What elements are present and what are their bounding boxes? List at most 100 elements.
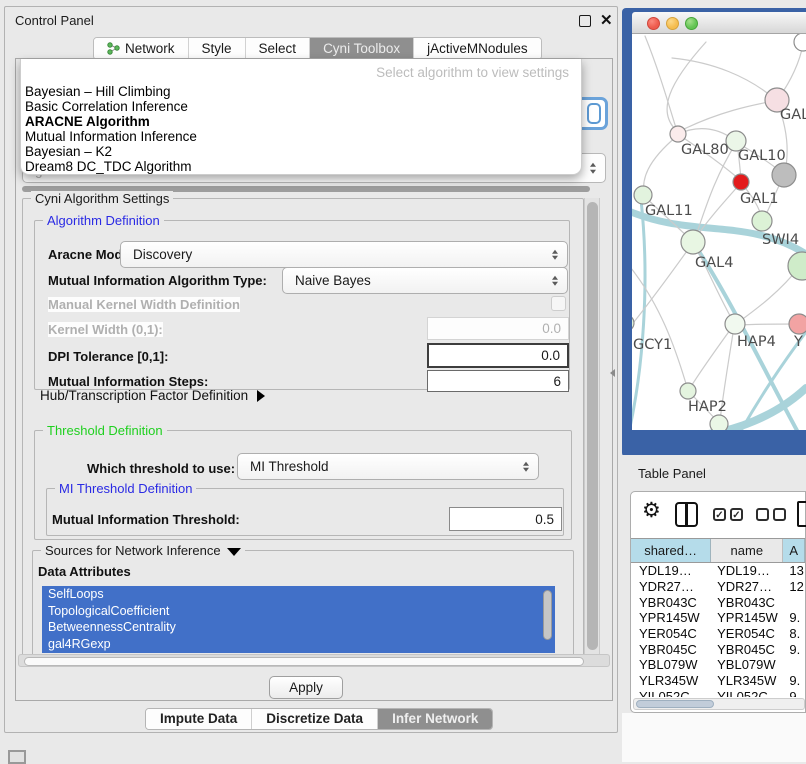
table-row[interactable]: YDR27…YDR27…12 — [631, 579, 805, 595]
document-icon[interactable] — [797, 501, 806, 527]
algorithm-option[interactable]: Dream8 DC_TDC Algorithm — [21, 159, 581, 174]
column-header[interactable]: name — [711, 539, 783, 562]
attribute-list-item[interactable]: TopologicalCoefficient — [42, 603, 555, 620]
table-row[interactable]: YPR145WYPR145W9. — [631, 610, 805, 626]
table-row[interactable]: YLR345WYLR345W9. — [631, 673, 805, 689]
collapse-down-icon[interactable] — [227, 548, 241, 556]
unchecked-checkbox-icon[interactable] — [756, 508, 769, 521]
mi-threshold-field[interactable]: 0.5 — [449, 507, 562, 531]
tab-jactivemnodules[interactable]: jActiveMNodules — [413, 38, 541, 59]
network-window-titlebar[interactable] — [632, 12, 806, 34]
network-edge[interactable] — [645, 36, 676, 128]
column-header[interactable]: shared… — [631, 539, 711, 562]
column-header[interactable]: A — [783, 539, 805, 562]
network-edge[interactable] — [632, 244, 692, 327]
node-hap2[interactable] — [680, 383, 696, 399]
settings-vertical-scrollbar[interactable] — [584, 198, 600, 664]
node-swi4[interactable] — [788, 252, 806, 280]
which-threshold-select[interactable]: MI Threshold — [237, 453, 539, 480]
checked-checkbox-icon[interactable]: ✓ — [713, 508, 726, 521]
node-top-right[interactable] — [794, 34, 806, 51]
network-edge[interactable] — [680, 101, 774, 131]
algorithm-option[interactable]: Mutual Information Inference — [21, 129, 581, 144]
manual-kernel-checkbox[interactable] — [551, 296, 566, 311]
network-edge[interactable] — [632, 200, 645, 430]
algorithm-option[interactable]: Bayesian – Hill Climbing — [21, 84, 581, 99]
dropdown-placeholder: Select algorithm to view settings — [21, 59, 581, 84]
scrollbar-thumb[interactable] — [636, 700, 714, 708]
kernel-width-field[interactable]: 0.0 — [427, 317, 569, 340]
table-row[interactable]: YIL052CYIL052C9. — [631, 689, 805, 698]
node-red[interactable] — [733, 174, 749, 190]
algorithm-option[interactable]: Bayesian – K2 — [21, 144, 581, 159]
zoom-window-icon[interactable] — [685, 17, 698, 30]
algorithm-option[interactable]: ARACNE Algorithm — [21, 114, 581, 129]
network-edge[interactable] — [690, 326, 733, 388]
network-edge[interactable] — [644, 136, 677, 193]
node-gcy1[interactable] — [632, 315, 634, 331]
mi-type-select[interactable]: Naive Bayes — [282, 267, 568, 294]
node-label-hap2: HAP2 — [688, 399, 727, 415]
aracne-mode-select[interactable]: Discovery — [120, 241, 568, 268]
tab-style[interactable]: Style — [188, 38, 245, 59]
mi-steps-field[interactable]: 6 — [427, 370, 569, 392]
table-row[interactable]: YBR043CYBR043C — [631, 594, 805, 610]
network-view-window[interactable]: GALGAL80GAL10GAL1GAL11SWI4GAL4GCY1HAP4YH… — [622, 8, 806, 457]
scrollbar-thumb[interactable] — [587, 202, 598, 650]
tab-cyni-toolbox[interactable]: Cyni Toolbox — [309, 38, 413, 59]
attribute-list-item[interactable]: BetweennessCentrality — [42, 619, 555, 636]
tab-infer-network[interactable]: Infer Network — [377, 709, 492, 729]
node-bottom[interactable] — [710, 415, 728, 430]
close-window-icon[interactable] — [647, 17, 660, 30]
splitpane-collapse-arrow-icon[interactable] — [610, 369, 615, 377]
node-gal11[interactable] — [634, 186, 652, 204]
data-attributes-list[interactable]: SelfLoopsTopologicalCoefficientBetweenne… — [42, 586, 555, 653]
checked-checkbox-icon[interactable]: ✓ — [730, 508, 743, 521]
tab-network[interactable]: Network — [94, 38, 188, 59]
network-edge[interactable] — [780, 44, 803, 96]
gear-icon[interactable]: ⚙ — [642, 500, 661, 521]
table-row[interactable]: YBR045CYBR045C9. — [631, 641, 805, 657]
node-gal4[interactable] — [681, 230, 705, 254]
attribute-list-item[interactable]: gal4RGexp — [42, 636, 555, 653]
table-row[interactable]: YDL19…YDL19…13 — [631, 563, 805, 579]
tab-label: Network — [125, 38, 175, 59]
algorithm-option[interactable]: Basic Correlation Inference — [21, 99, 581, 114]
tab-impute-data[interactable]: Impute Data — [146, 709, 251, 729]
float-panel-icon[interactable] — [579, 15, 591, 27]
settings-horizontal-scrollbar[interactable] — [18, 654, 610, 667]
unchecked-checkbox-icon[interactable] — [773, 508, 786, 521]
split-columns-icon[interactable] — [675, 502, 698, 527]
node-pink-right[interactable] — [789, 314, 806, 334]
table-row[interactable]: YER054CYER054C8. — [631, 626, 805, 642]
minimize-window-icon[interactable] — [666, 17, 679, 30]
network-edge[interactable] — [737, 324, 797, 325]
expand-right-icon — [257, 390, 265, 402]
table-row[interactable]: YBL079WYBL079W — [631, 657, 805, 673]
attribute-list-item[interactable]: SelfLoops — [42, 586, 555, 603]
table-cell: 9. — [783, 642, 805, 657]
dpi-tolerance-field[interactable]: 0.0 — [427, 343, 569, 368]
tab-select[interactable]: Select — [245, 38, 310, 59]
node-gray[interactable] — [772, 163, 796, 187]
node-gal80[interactable] — [670, 126, 686, 142]
node-label-gal4: GAL4 — [695, 255, 733, 271]
table-cell: YBR043C — [711, 595, 783, 610]
network-canvas[interactable]: GALGAL80GAL10GAL1GAL11SWI4GAL4GCY1HAP4YH… — [632, 34, 806, 430]
node-gal1[interactable] — [752, 211, 772, 231]
node-hap4[interactable] — [725, 314, 745, 334]
list-scrollbar-thumb[interactable] — [543, 590, 552, 640]
close-panel-icon[interactable]: ✕ — [600, 11, 613, 29]
algorithm-select-stepper[interactable] — [587, 103, 601, 124]
chevron-updown-icon — [552, 249, 558, 260]
table-horizontal-scrollbar[interactable] — [633, 698, 805, 710]
table-cell: 9. — [783, 610, 805, 625]
tab-discretize-data[interactable]: Discretize Data — [251, 709, 377, 729]
chevron-updown-icon — [523, 461, 529, 472]
apply-button[interactable]: Apply — [269, 676, 343, 699]
node-label-hap4: HAP4 — [737, 334, 776, 350]
algorithm-dropdown-popup: Select algorithm to view settings Bayesi… — [20, 59, 582, 175]
scrollbar-thumb[interactable] — [24, 657, 584, 666]
control-panel-tabbar: Network StyleSelectCyni ToolboxjActiveMNo… — [93, 37, 542, 60]
hub-definition-expander[interactable]: Hub/Transcription Factor Definition — [40, 388, 265, 403]
